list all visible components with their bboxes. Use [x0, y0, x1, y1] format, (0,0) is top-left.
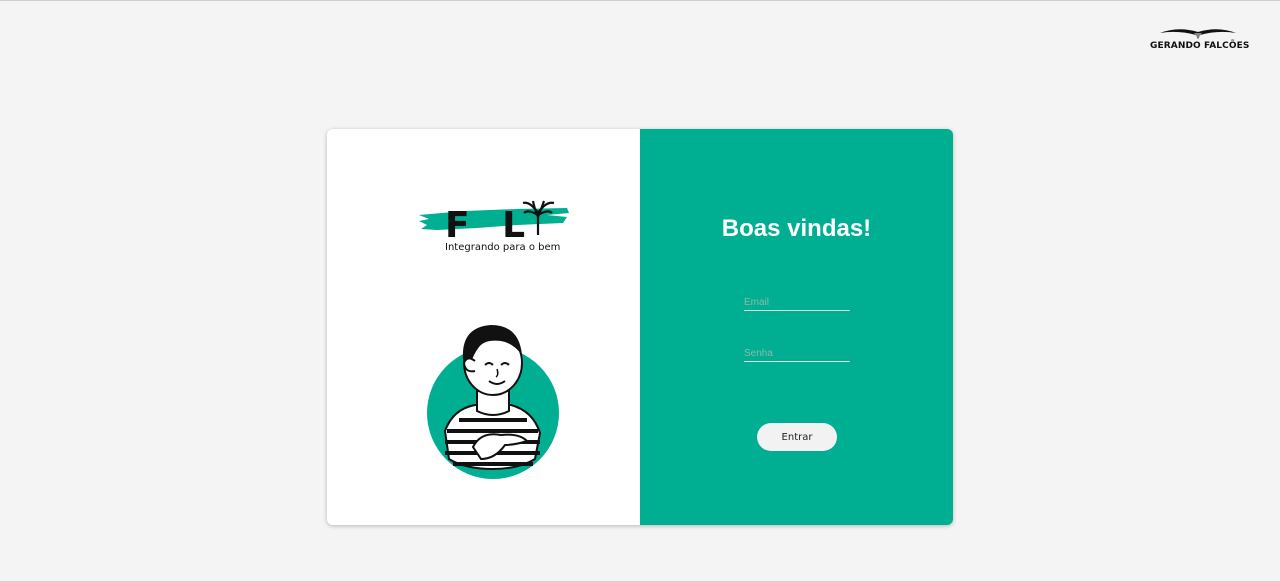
email-field[interactable] — [744, 295, 850, 311]
card-left-panel: F L Integrando para o bem — [327, 129, 640, 525]
password-field[interactable] — [744, 346, 850, 362]
login-button[interactable]: Entrar — [757, 423, 837, 451]
fly-letters: F L — [445, 205, 535, 246]
falcon-wings-icon — [1160, 29, 1236, 39]
gerando-falcoes-logo: GERANDO FALCÕES — [1150, 27, 1250, 51]
login-card: F L Integrando para o bem Boas vindas! E… — [327, 129, 953, 525]
brand-name: GERANDO FALCÕES — [1150, 41, 1250, 51]
welcome-title: Boas vindas! — [721, 215, 872, 242]
card-right-panel: Boas vindas! Entrar — [640, 129, 953, 525]
tagline: Integrando para o bem — [445, 242, 561, 253]
person-illustration — [427, 325, 559, 479]
